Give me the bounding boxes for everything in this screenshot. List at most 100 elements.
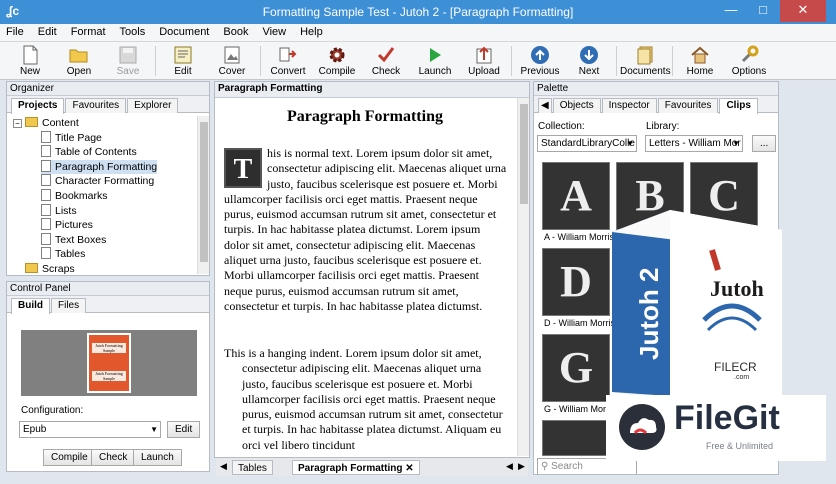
tree-label: Lists xyxy=(55,204,77,217)
cover-button[interactable]: Cover xyxy=(207,44,257,78)
document-page[interactable]: Paragraph Formatting This is normal text… xyxy=(216,98,514,455)
menu-edit[interactable]: Edit xyxy=(30,24,63,38)
tree-item-text-boxes[interactable]: Text Boxes xyxy=(41,232,106,247)
collapse-icon[interactable]: − xyxy=(13,119,22,128)
new-label: New xyxy=(19,66,40,77)
menu-document[interactable]: Document xyxy=(151,24,215,38)
menu-file[interactable]: File xyxy=(0,24,30,38)
tree-item-lists[interactable]: Lists xyxy=(41,203,77,218)
scroll-thumb[interactable] xyxy=(520,104,528,204)
options-button[interactable]: Options xyxy=(724,44,774,78)
editor-title: Paragraph Formatting xyxy=(215,82,529,98)
launch-button[interactable]: Launch xyxy=(410,44,460,78)
tree-folder-content[interactable]: − Content xyxy=(13,116,79,130)
scroll-left-icon[interactable]: ◀ xyxy=(506,461,513,472)
compile-config-button[interactable]: Compile xyxy=(43,449,96,466)
convert-button[interactable]: Convert xyxy=(263,44,313,78)
save-icon xyxy=(119,46,137,64)
open-button[interactable]: Open xyxy=(54,44,104,78)
tree-item-bookmarks[interactable]: Bookmarks xyxy=(41,189,108,203)
minimize-button[interactable]: — xyxy=(716,0,746,22)
compile-button[interactable]: Compile xyxy=(312,44,362,78)
doc-tab-paragraph-formatting[interactable]: Paragraph Formatting ✕ xyxy=(292,460,420,475)
menu-tools[interactable]: Tools xyxy=(112,24,152,38)
edit-icon xyxy=(174,46,192,64)
editor-scrollbar[interactable] xyxy=(517,98,529,456)
tab-favourites[interactable]: Favourites xyxy=(65,98,127,113)
library-select[interactable]: Letters - William Mor ▼ xyxy=(645,135,743,152)
tab-explorer[interactable]: Explorer xyxy=(127,98,179,113)
home-label: Home xyxy=(686,66,714,77)
next-button[interactable]: Next xyxy=(564,44,614,78)
maximize-button[interactable]: □ xyxy=(748,0,778,22)
close-button[interactable]: ✕ xyxy=(780,0,826,22)
tab-objects[interactable]: Objects xyxy=(552,98,601,113)
cover-subtitle: Jutoh Formatting Sample xyxy=(92,371,126,381)
check-config-button[interactable]: Check xyxy=(91,449,136,466)
library-label: Library: xyxy=(646,121,680,132)
scroll-right-icon[interactable]: ▶ xyxy=(518,461,525,472)
previous-button[interactable]: Previous xyxy=(515,44,565,78)
configuration-edit-button[interactable]: Edit xyxy=(167,421,201,438)
collection-select[interactable]: StandardLibraryColle ▼ xyxy=(537,135,637,152)
tree-item-pictures[interactable]: Pictures xyxy=(41,218,93,232)
options-label: Options xyxy=(731,66,767,77)
paragraph-normal[interactable]: This is normal text. Lorem ipsum dolor s… xyxy=(224,146,507,314)
new-button[interactable]: New xyxy=(5,44,55,78)
library-more-button[interactable]: ... xyxy=(752,135,777,152)
clip-letter-partial[interactable] xyxy=(542,420,610,456)
close-tab-icon[interactable]: ✕ xyxy=(405,463,413,474)
tab-clips[interactable]: Clips xyxy=(719,98,758,114)
edit-button[interactable]: Edit xyxy=(158,44,208,78)
clip-letter-d[interactable]: D xyxy=(542,248,610,316)
launch-config-button[interactable]: Launch xyxy=(133,449,182,466)
check-label: Check xyxy=(371,66,401,77)
tab-inspector[interactable]: Inspector xyxy=(601,98,657,113)
menu-book[interactable]: Book xyxy=(215,24,254,38)
documents-button[interactable]: Documents xyxy=(620,44,671,78)
chevron-down-icon: ▼ xyxy=(732,139,740,148)
toolbar-separator xyxy=(155,46,156,76)
folder-icon xyxy=(25,263,38,273)
filegit-logo-icon xyxy=(619,404,665,450)
convert-icon xyxy=(279,47,297,62)
paragraph-hanging-indent[interactable]: This is a hanging indent. Lorem ipsum do… xyxy=(224,346,507,453)
doc-tab-tables[interactable]: Tables xyxy=(232,460,273,475)
chevron-down-icon: ▼ xyxy=(150,425,158,434)
menu-format[interactable]: Format xyxy=(63,24,112,38)
edit-label: Edit xyxy=(174,66,192,77)
tree-item-table-of-contents[interactable]: Table of Contents xyxy=(41,145,137,159)
page-icon xyxy=(41,218,51,231)
tab-files[interactable]: Files xyxy=(51,298,87,313)
doc-tab-label: Paragraph Formatting xyxy=(298,463,403,474)
menu-view[interactable]: View xyxy=(254,24,292,38)
configuration-select[interactable]: Epub ▼ xyxy=(19,421,161,438)
next-label: Next xyxy=(578,66,600,77)
tab-build[interactable]: Build xyxy=(11,298,50,314)
window-title: Formatting Sample Test - Jutoh 2 - [Para… xyxy=(262,5,574,19)
tree-item-tables[interactable]: Tables xyxy=(41,247,85,261)
tab-favourites[interactable]: Favourites xyxy=(657,98,719,113)
tree-folder-scraps[interactable]: Scraps xyxy=(25,262,75,276)
page-icon xyxy=(41,159,51,172)
menu-help[interactable]: Help xyxy=(292,24,329,38)
check-button[interactable]: Check xyxy=(361,44,411,78)
organizer-scrollbar[interactable] xyxy=(197,116,209,274)
upload-icon xyxy=(476,46,492,64)
scroll-left-icon[interactable]: ◀ xyxy=(220,461,227,472)
scroll-thumb[interactable] xyxy=(200,122,208,262)
save-button[interactable]: Save xyxy=(103,44,153,78)
menu-bar: File Edit Format Tools Document Book View Help xyxy=(0,24,836,42)
page-icon xyxy=(41,247,51,260)
tree-item-title-page[interactable]: Title Page xyxy=(41,130,102,145)
control-panel-title: Control Panel xyxy=(7,282,209,296)
clip-letter-g[interactable]: G xyxy=(542,334,610,402)
upload-button[interactable]: Upload xyxy=(459,44,509,78)
tree-item-paragraph-formatting[interactable]: Paragraph Formatting xyxy=(41,159,158,174)
clip-letter-a[interactable]: A xyxy=(542,162,610,230)
filegit-watermark: FileGit Free & Unlimited xyxy=(606,395,826,461)
tree-item-character-formatting[interactable]: Character Formatting xyxy=(41,174,154,188)
tab-projects[interactable]: Projects xyxy=(11,98,65,114)
palette-scroll-left-icon[interactable]: ◀ xyxy=(538,98,552,113)
home-button[interactable]: Home xyxy=(675,44,725,78)
